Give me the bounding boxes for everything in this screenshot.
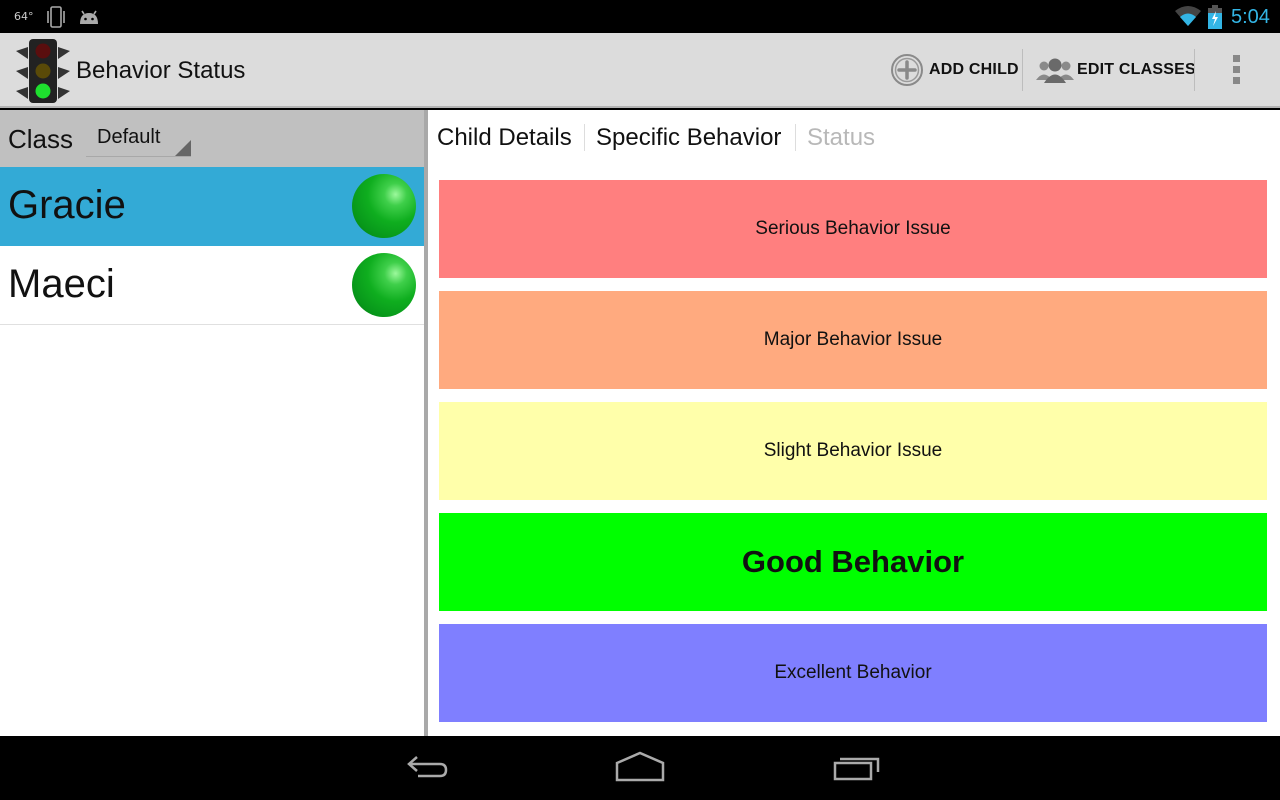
- wifi-icon: [1175, 6, 1201, 26]
- app-title: Behavior Status: [76, 57, 246, 84]
- status-light-icon: [352, 174, 416, 238]
- dropdown-arrow-icon: [175, 140, 191, 156]
- serious-behavior-button[interactable]: Serious Behavior Issue: [439, 180, 1267, 278]
- tab-specific-behavior[interactable]: Specific Behavior: [596, 124, 781, 152]
- recent-apps-icon[interactable]: [832, 750, 882, 786]
- tab-divider: [584, 124, 585, 151]
- clock: 5:04: [1231, 6, 1270, 28]
- traffic-light-icon[interactable]: [14, 37, 72, 103]
- tab-divider: [795, 124, 796, 151]
- class-dropdown-value: Default: [97, 126, 161, 148]
- overflow-menu-icon[interactable]: [1226, 53, 1248, 89]
- excellent-behavior-button[interactable]: Excellent Behavior: [439, 624, 1267, 722]
- add-circle-icon: [891, 54, 923, 86]
- class-label: Class: [8, 124, 74, 154]
- action-divider: [1194, 49, 1195, 91]
- class-dropdown[interactable]: Default: [86, 122, 191, 157]
- child-list-item[interactable]: Gracie: [0, 167, 424, 246]
- add-child-label: ADD CHILD: [929, 61, 1019, 78]
- action-bar: Behavior Status ADD CHILD EDIT CLASSES: [0, 33, 1280, 108]
- navigation-bar: [0, 736, 1280, 800]
- action-divider: [1022, 49, 1023, 91]
- major-behavior-button[interactable]: Major Behavior Issue: [439, 291, 1267, 389]
- child-list-item[interactable]: Maeci: [0, 246, 424, 325]
- edit-classes-label: EDIT CLASSES: [1077, 61, 1196, 78]
- status-bar: 64° 5:04: [0, 0, 1280, 33]
- group-icon: [1036, 58, 1074, 83]
- child-name: Maeci: [8, 262, 115, 306]
- edit-classes-button[interactable]: EDIT CLASSES: [1036, 47, 1196, 93]
- detail-tabs: Child Details Specific Behavior Status: [428, 110, 1280, 170]
- children-list-panel: Class Default Gracie Maeci: [0, 110, 424, 736]
- home-icon[interactable]: [614, 750, 666, 786]
- vibrate-icon: [47, 6, 65, 28]
- class-selector-bar: Class Default: [0, 110, 424, 167]
- add-child-button[interactable]: ADD CHILD: [890, 47, 1019, 93]
- battery-charging-icon: [1208, 5, 1222, 29]
- status-panel: Child Details Specific Behavior Status S…: [428, 110, 1280, 736]
- status-light-icon: [352, 253, 416, 317]
- tab-status[interactable]: Status: [807, 124, 875, 152]
- child-name: Gracie: [8, 183, 126, 227]
- temperature-indicator: 64°: [14, 10, 34, 23]
- good-behavior-button[interactable]: Good Behavior: [439, 513, 1267, 611]
- android-debug-icon: [80, 10, 98, 24]
- tab-child-details[interactable]: Child Details: [437, 124, 572, 152]
- back-icon[interactable]: [400, 750, 448, 786]
- slight-behavior-button[interactable]: Slight Behavior Issue: [439, 402, 1267, 500]
